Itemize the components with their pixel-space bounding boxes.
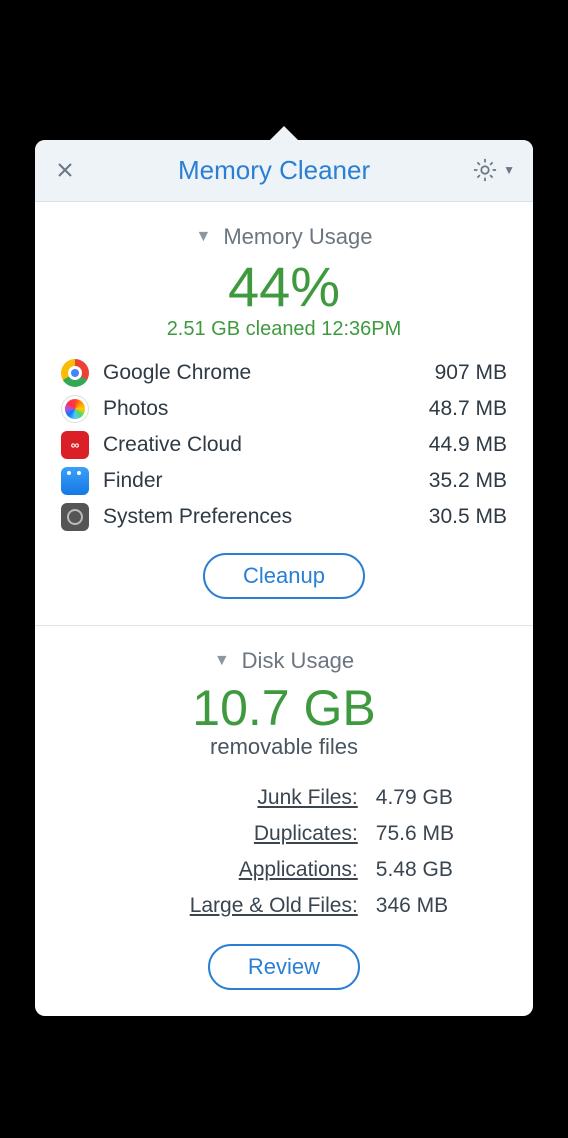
app-size: 35.2 MB (429, 469, 507, 493)
close-icon (57, 162, 73, 178)
memory-percent: 44% (61, 256, 507, 318)
cleanup-button[interactable]: Cleanup (203, 553, 365, 599)
app-list: Google Chrome 907 MB Photos 48.7 MB ∞ Cr… (61, 359, 507, 531)
app-row[interactable]: Google Chrome 907 MB (61, 359, 507, 387)
disk-subtitle: removable files (61, 734, 507, 760)
chevron-down-icon: ▼ (503, 163, 515, 177)
popover-arrow (268, 126, 300, 142)
memory-cleaned-line: 2.51 GB cleaned 12:36PM (61, 318, 507, 341)
app-row[interactable]: System Preferences 30.5 MB (61, 503, 507, 531)
disk-category-link[interactable]: Large & Old Files: (114, 894, 358, 918)
header-bar: Memory Cleaner ▼ (35, 140, 533, 202)
app-name: System Preferences (103, 505, 415, 529)
disk-section-title: Disk Usage (242, 648, 354, 674)
disk-category-value: 4.79 GB (376, 786, 454, 810)
disk-category-value: 5.48 GB (376, 858, 454, 882)
app-row[interactable]: ∞ Creative Cloud 44.9 MB (61, 431, 507, 459)
disk-removable-size: 10.7 GB (61, 682, 507, 735)
close-button[interactable] (53, 158, 77, 182)
app-name: Finder (103, 469, 415, 493)
memory-section-header[interactable]: ▼ Memory Usage (61, 224, 507, 250)
app-size: 44.9 MB (429, 433, 507, 457)
disk-category-value: 346 MB (376, 894, 454, 918)
creative-cloud-icon: ∞ (61, 431, 89, 459)
gear-icon (471, 156, 499, 184)
disk-section-header[interactable]: ▼ Disk Usage (61, 648, 507, 674)
app-name: Photos (103, 397, 415, 421)
chrome-icon (61, 359, 89, 387)
memory-section: ▼ Memory Usage 44% 2.51 GB cleaned 12:36… (35, 202, 533, 625)
app-name: Creative Cloud (103, 433, 415, 457)
app-size: 907 MB (435, 361, 507, 385)
app-row[interactable]: Finder 35.2 MB (61, 467, 507, 495)
photos-icon (61, 395, 89, 423)
disk-category-link[interactable]: Junk Files: (114, 786, 358, 810)
review-button[interactable]: Review (208, 944, 360, 990)
disk-rows: Junk Files: 4.79 GB Duplicates: 75.6 MB … (114, 786, 454, 918)
finder-icon (61, 467, 89, 495)
main-panel: Memory Cleaner ▼ ▼ Memory Usage 44% 2.51… (35, 140, 533, 1016)
collapse-icon: ▼ (196, 228, 212, 246)
memory-section-title: Memory Usage (223, 224, 372, 250)
disk-category-value: 75.6 MB (376, 822, 454, 846)
app-size: 48.7 MB (429, 397, 507, 421)
disk-category-link[interactable]: Duplicates: (114, 822, 358, 846)
app-title: Memory Cleaner (178, 155, 370, 186)
settings-button[interactable]: ▼ (471, 156, 515, 184)
disk-category-link[interactable]: Applications: (114, 858, 358, 882)
app-name: Google Chrome (103, 361, 421, 385)
disk-section: ▼ Disk Usage 10.7 GB removable files Jun… (35, 626, 533, 1017)
system-preferences-icon (61, 503, 89, 531)
app-row[interactable]: Photos 48.7 MB (61, 395, 507, 423)
collapse-icon: ▼ (214, 652, 230, 670)
app-size: 30.5 MB (429, 505, 507, 529)
